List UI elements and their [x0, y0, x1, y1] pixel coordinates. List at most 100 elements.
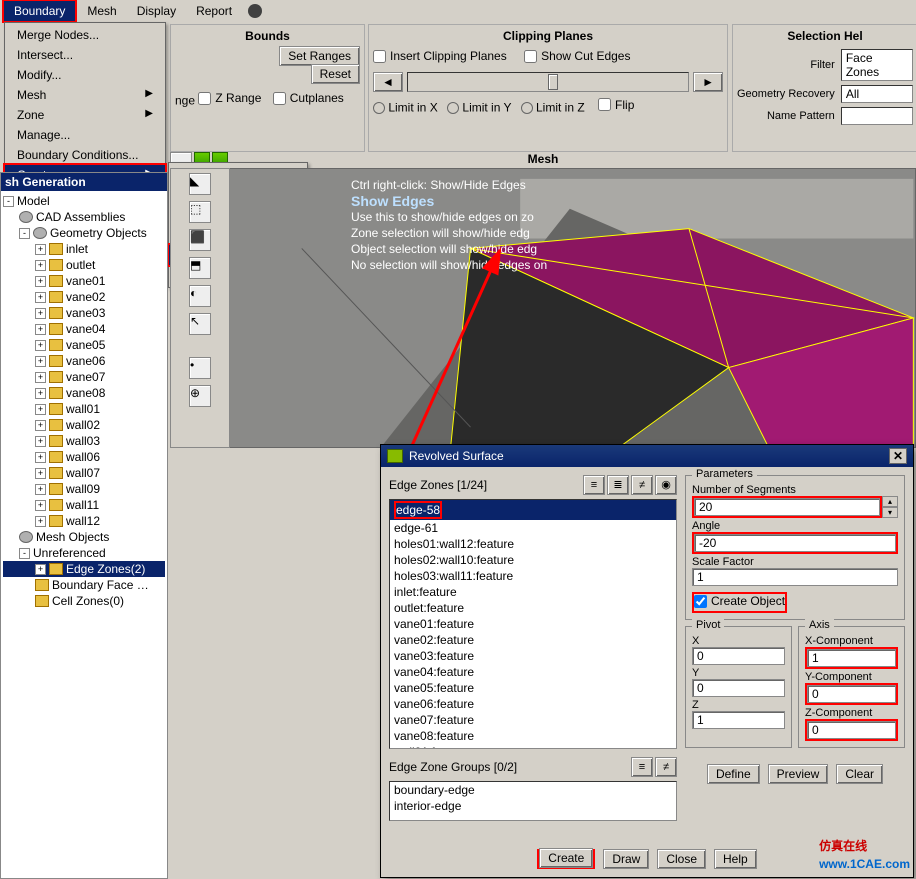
draw-button[interactable]: Draw: [603, 849, 649, 869]
edge-zone-item[interactable]: holes02:wall10:feature: [390, 552, 676, 568]
preview-button[interactable]: Preview: [768, 764, 829, 784]
edge-zone-item[interactable]: outlet:feature: [390, 600, 676, 616]
create-object-check[interactable]: Create Object: [694, 594, 785, 608]
limity-radio[interactable]: [447, 102, 459, 114]
tree-item-wall03[interactable]: +wall03: [3, 433, 165, 449]
name-input[interactable]: [841, 107, 913, 125]
tree-boundary-face[interactable]: Boundary Face …: [3, 577, 165, 593]
axis-x-input[interactable]: [807, 649, 896, 667]
insert-clip-check[interactable]: Insert Clipping Planes: [373, 49, 507, 63]
dialog-close-button[interactable]: ✕: [889, 448, 907, 464]
edge-zone-item[interactable]: vane01:feature: [390, 616, 676, 632]
list-btn-4[interactable]: ◉: [655, 475, 677, 495]
tree-cad[interactable]: CAD Assemblies: [3, 209, 165, 225]
tree-item-outlet[interactable]: +outlet: [3, 257, 165, 273]
mesh-viewport[interactable]: Ctrl right-click: Show/Hide Edges Show E…: [170, 168, 916, 448]
cutplanes-check[interactable]: Cutplanes: [273, 91, 344, 105]
edge-zone-item[interactable]: vane03:feature: [390, 648, 676, 664]
group-item[interactable]: boundary-edge: [390, 782, 676, 798]
mi-intersect[interactable]: Intersect...: [5, 45, 165, 65]
axis-z-input[interactable]: [807, 721, 896, 739]
tree-item-vane03[interactable]: +vane03: [3, 305, 165, 321]
tree-item-vane08[interactable]: +vane08: [3, 385, 165, 401]
geom-combo[interactable]: All: [841, 85, 913, 103]
edge-zone-item[interactable]: holes01:wall12:feature: [390, 536, 676, 552]
tree-item-wall07[interactable]: +wall07: [3, 465, 165, 481]
limitz-radio[interactable]: [521, 102, 533, 114]
tree-edge-zones[interactable]: +Edge Zones(2): [3, 561, 165, 577]
pivot-z-input[interactable]: [692, 711, 785, 729]
tree-model[interactable]: -Model: [3, 193, 165, 209]
edge-zone-item[interactable]: vane04:feature: [390, 664, 676, 680]
help-button[interactable]: Help: [714, 849, 757, 869]
menu-more-icon[interactable]: [248, 4, 262, 18]
tree-item-vane06[interactable]: +vane06: [3, 353, 165, 369]
show-cut-check[interactable]: Show Cut Edges: [524, 49, 630, 63]
groups-list[interactable]: boundary-edgeinterior-edge: [389, 781, 677, 821]
zrange-check[interactable]: Z Range: [198, 91, 261, 105]
tool-4[interactable]: ⬒: [189, 257, 211, 279]
create-button[interactable]: Create: [539, 848, 593, 868]
pivot-x-input[interactable]: [692, 647, 785, 665]
tool-6[interactable]: ↖: [189, 313, 211, 335]
grp-btn-1[interactable]: ≡: [631, 757, 653, 777]
menu-boundary[interactable]: Boundary: [2, 0, 77, 23]
tree-item-vane07[interactable]: +vane07: [3, 369, 165, 385]
edge-zone-item[interactable]: vane02:feature: [390, 632, 676, 648]
mi-merge[interactable]: Merge Nodes...: [5, 25, 165, 45]
edge-zone-item[interactable]: vane06:feature: [390, 696, 676, 712]
tree-geom[interactable]: -Geometry Objects: [3, 225, 165, 241]
edge-zone-item[interactable]: edge-58: [390, 500, 676, 520]
edge-zone-item[interactable]: vane08:feature: [390, 728, 676, 744]
mi-manage[interactable]: Manage...: [5, 125, 165, 145]
tree-item-wall01[interactable]: +wall01: [3, 401, 165, 417]
limitx-radio[interactable]: [373, 102, 385, 114]
define-button[interactable]: Define: [707, 764, 760, 784]
menu-mesh[interactable]: Mesh: [77, 1, 126, 21]
mi-mesh[interactable]: Mesh▶: [5, 85, 165, 105]
tree-item-vane01[interactable]: +vane01: [3, 273, 165, 289]
set-ranges-button[interactable]: Set Ranges: [279, 46, 360, 66]
nseg-input[interactable]: [694, 498, 880, 516]
edge-zone-item[interactable]: holes03:wall11:feature: [390, 568, 676, 584]
list-btn-1[interactable]: ≡: [583, 475, 605, 495]
tree-item-wall06[interactable]: +wall06: [3, 449, 165, 465]
mi-zone[interactable]: Zone▶: [5, 105, 165, 125]
dialog-titlebar[interactable]: Revolved Surface ✕: [381, 445, 913, 467]
tool-1[interactable]: ◣: [189, 173, 211, 195]
list-btn-3[interactable]: ≠: [631, 475, 653, 495]
nseg-spinner[interactable]: ▴▾: [882, 496, 898, 518]
list-btn-2[interactable]: ≣: [607, 475, 629, 495]
edge-zone-item[interactable]: edge-61: [390, 520, 676, 536]
menu-report[interactable]: Report: [186, 1, 242, 21]
tool-dot[interactable]: •: [189, 357, 211, 379]
slider-left-button[interactable]: ◄: [373, 72, 403, 92]
tree-item-vane02[interactable]: +vane02: [3, 289, 165, 305]
edge-zone-item[interactable]: inlet:feature: [390, 584, 676, 600]
flip-check[interactable]: Flip: [598, 98, 634, 112]
tree-unreferenced[interactable]: -Unreferenced: [3, 545, 165, 561]
mi-bc[interactable]: Boundary Conditions...: [5, 145, 165, 165]
pivot-y-input[interactable]: [692, 679, 785, 697]
tree-item-wall09[interactable]: +wall09: [3, 481, 165, 497]
tool-target[interactable]: ⊕: [189, 385, 211, 407]
grp-btn-2[interactable]: ≠: [655, 757, 677, 777]
tool-2[interactable]: ⬚: [189, 201, 211, 223]
filter-combo[interactable]: Face Zones: [841, 49, 913, 81]
tree-item-inlet[interactable]: +inlet: [3, 241, 165, 257]
tree-item-wall11[interactable]: +wall11: [3, 497, 165, 513]
scale-input[interactable]: [692, 568, 898, 586]
group-item[interactable]: interior-edge: [390, 798, 676, 814]
edge-zone-item[interactable]: wall01:feature: [390, 744, 676, 749]
edge-zones-list[interactable]: edge-58edge-61holes01:wall12:featurehole…: [389, 499, 677, 749]
tool-3[interactable]: ⬛: [189, 229, 211, 251]
tree-item-wall02[interactable]: +wall02: [3, 417, 165, 433]
tree-item-vane05[interactable]: +vane05: [3, 337, 165, 353]
angle-input[interactable]: [694, 534, 896, 552]
close-button[interactable]: Close: [657, 849, 706, 869]
slider-right-button[interactable]: ►: [693, 72, 723, 92]
tree-mesh-objects[interactable]: Mesh Objects: [3, 529, 165, 545]
axis-y-input[interactable]: [807, 685, 896, 703]
clip-slider[interactable]: [407, 72, 689, 92]
edge-zone-item[interactable]: vane07:feature: [390, 712, 676, 728]
